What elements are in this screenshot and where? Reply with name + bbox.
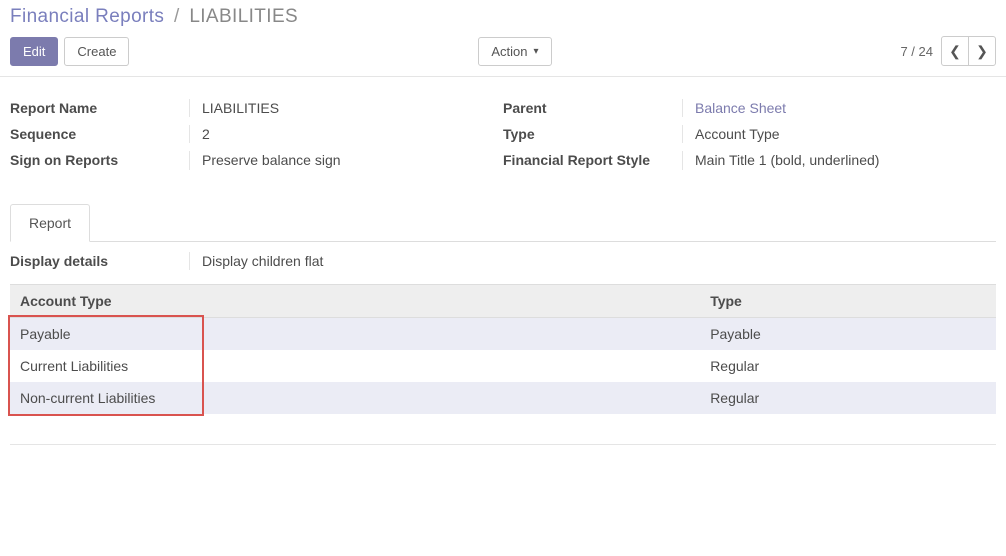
table-row[interactable]: Non-current LiabilitiesRegular <box>10 382 996 414</box>
table-row[interactable]: PayablePayable <box>10 317 996 350</box>
style-label: Financial Report Style <box>503 151 683 169</box>
sign-label: Sign on Reports <box>10 151 190 169</box>
cell-account-type: Non-current Liabilities <box>10 382 700 414</box>
sequence-value: 2 <box>190 125 503 143</box>
display-details-value: Display children flat <box>190 252 996 270</box>
cell-account-type: Payable <box>10 317 700 350</box>
type-label: Type <box>503 125 683 143</box>
action-label: Action <box>491 44 527 59</box>
style-value: Main Title 1 (bold, underlined) <box>683 151 996 169</box>
pager-prev-button[interactable]: ❮ <box>941 36 969 66</box>
col-type: Type <box>700 284 996 317</box>
caret-down-icon: ▾ <box>534 46 539 57</box>
cell-type: Regular <box>700 382 996 414</box>
account-types-table: Account Type Type PayablePayableCurrent … <box>10 284 996 414</box>
tab-report[interactable]: Report <box>10 204 90 242</box>
cell-type: Regular <box>700 350 996 382</box>
create-button[interactable]: Create <box>64 37 129 66</box>
pager-next-button[interactable]: ❯ <box>968 36 996 66</box>
type-value: Account Type <box>683 125 996 143</box>
display-details-label: Display details <box>10 252 190 270</box>
report-name-value: LIABILITIES <box>190 99 503 117</box>
breadcrumb-separator: / <box>174 6 180 27</box>
breadcrumb-root-link[interactable]: Financial Reports <box>10 6 164 27</box>
table-row[interactable]: Current LiabilitiesRegular <box>10 350 996 382</box>
sign-value: Preserve balance sign <box>190 151 503 169</box>
chevron-right-icon: ❯ <box>976 43 988 60</box>
parent-label: Parent <box>503 99 683 117</box>
cell-type: Payable <box>700 317 996 350</box>
chevron-left-icon: ❮ <box>949 43 961 60</box>
cell-account-type: Current Liabilities <box>10 350 700 382</box>
pager-position: 7 / 24 <box>900 44 933 59</box>
breadcrumb-current: LIABILITIES <box>189 6 298 27</box>
action-dropdown[interactable]: Action ▾ <box>478 37 551 66</box>
parent-link[interactable]: Balance Sheet <box>695 100 786 116</box>
edit-button[interactable]: Edit <box>10 37 58 66</box>
sequence-label: Sequence <box>10 125 190 143</box>
report-name-label: Report Name <box>10 99 190 117</box>
breadcrumb: Financial Reports / LIABILITIES <box>10 6 996 28</box>
col-account-type: Account Type <box>10 284 700 317</box>
divider <box>10 444 996 445</box>
